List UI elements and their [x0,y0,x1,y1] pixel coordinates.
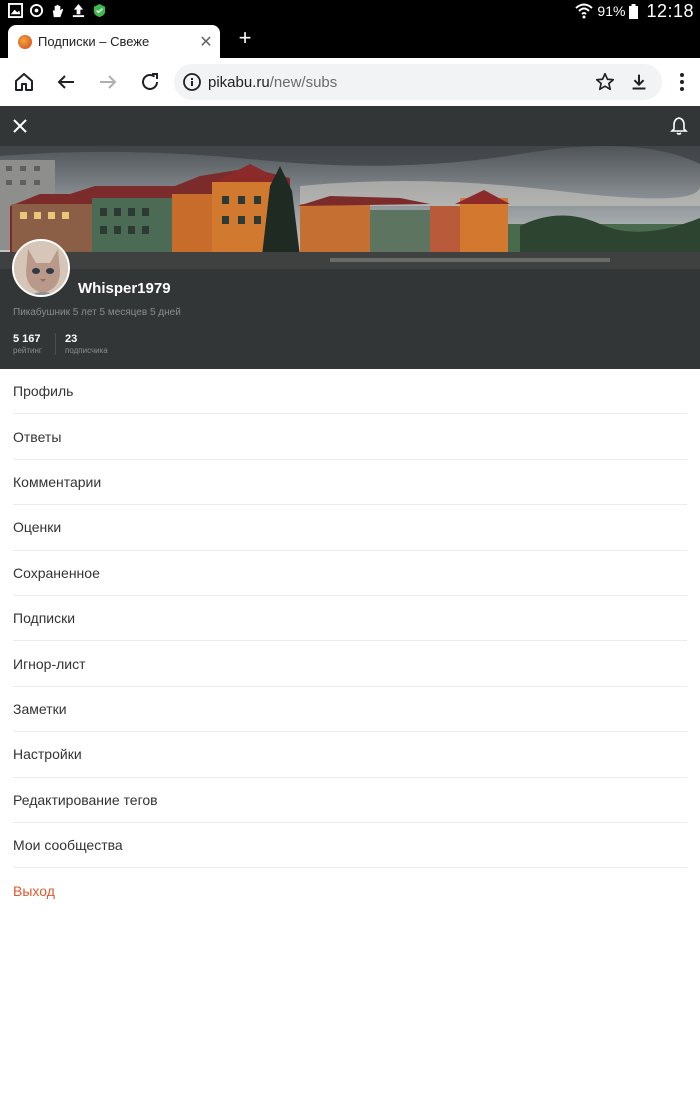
subscribers-value: 23 [65,333,78,345]
menu-item-tag-editing[interactable]: Редактирование тегов [13,778,687,823]
avatar[interactable] [12,239,70,297]
browser-toolbar: pikabu.ru/new/subs [0,58,700,106]
menu-item-notes[interactable]: Заметки [13,687,687,733]
menu-item-logout[interactable]: Выход [13,868,687,913]
profile-cover-image [0,146,700,269]
status-bar: 91% 12:18 [0,0,700,22]
new-tab-icon[interactable]: + [234,27,256,49]
username[interactable]: Whisper1979 [78,280,171,297]
reload-icon[interactable] [138,70,162,94]
menu-item-comments[interactable]: Комментарии [13,460,687,506]
url-text[interactable]: pikabu.ru/new/subs [208,74,594,91]
menu-item-my-communities[interactable]: Мои сообщества [13,823,687,869]
clock: 12:18 [646,0,694,21]
sync-icon [29,3,44,18]
home-icon[interactable] [12,70,36,94]
menu-item-profile[interactable]: Профиль [13,369,687,415]
rating-value: 5 167 [13,333,41,345]
more-menu-icon[interactable] [670,70,694,94]
subscribers-label: подписчика [65,346,108,355]
wifi-icon [575,3,594,19]
system-icons: 91% 12:18 [575,0,694,22]
menu-item-subscriptions[interactable]: Подписки [13,596,687,642]
gallery-icon [8,3,23,18]
menu-item-saved[interactable]: Сохраненное [13,551,687,596]
close-icon[interactable] [10,116,30,136]
stat-divider [55,333,56,355]
tab-title: Подписки – Свеже [38,34,150,49]
pikabu-favicon-icon [18,34,32,49]
back-arrow-icon[interactable] [54,70,78,94]
notification-icons [8,3,107,18]
menu-item-ratings[interactable]: Оценки [13,505,687,551]
bell-icon[interactable] [670,116,688,136]
shield-icon [93,3,106,18]
upload-icon [72,3,85,18]
url-path: /new/subs [269,73,338,91]
profile-tenure: Пикабушник 5 лет 5 месяцев 5 дней [13,307,181,318]
menu-header [0,106,700,146]
profile-menu: Профиль Ответы Комментарии Оценки Сохран… [0,369,700,914]
tab-close-icon[interactable]: ✕ [192,32,220,52]
forward-arrow-icon[interactable] [96,70,120,94]
battery-percent: 91% [597,3,626,19]
menu-item-replies[interactable]: Ответы [13,414,687,460]
menu-item-ignore-list[interactable]: Игнор-лист [13,641,687,687]
battery-icon [629,3,639,19]
star-icon[interactable] [594,71,616,93]
download-icon[interactable] [628,71,650,93]
menu-item-settings[interactable]: Настройки [13,732,687,778]
hand-icon [52,4,64,18]
tab-strip: Подписки – Свеже ✕ [0,22,700,58]
address-bar[interactable]: pikabu.ru/new/subs [174,64,662,100]
rating-label: рейтинг [13,346,42,355]
browser-tab[interactable]: Подписки – Свеже ✕ [8,25,220,58]
info-icon[interactable] [182,72,202,92]
url-host: pikabu.ru [208,73,270,91]
